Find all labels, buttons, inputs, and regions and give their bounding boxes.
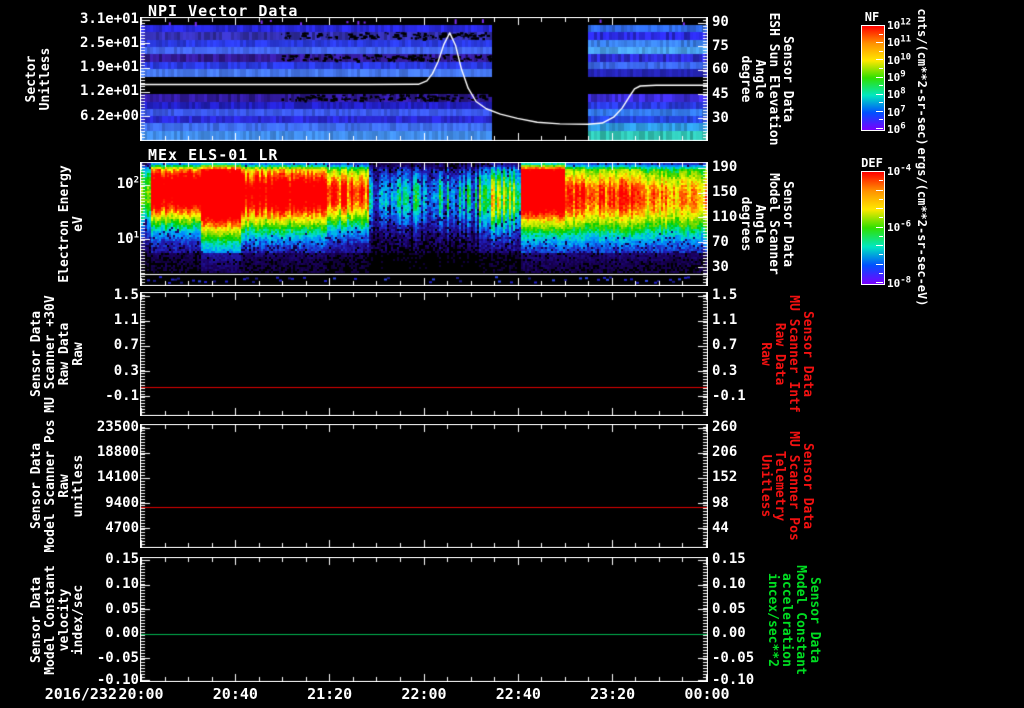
colorbar-tick <box>879 272 883 274</box>
y-axis-title-right: Sensor Data ESH Sun Elevation Angle degr… <box>738 12 795 146</box>
y-tick-label-right: 75 <box>712 37 729 54</box>
colorbar-tick-label: 108 <box>887 86 906 102</box>
y-axis-title-right: Sensor Data MU Scanner Intf Raw Data Raw <box>758 295 815 413</box>
colorbar-tick-label: 1012 <box>887 17 912 32</box>
y-tick-label-left: 1.2e+01 <box>79 83 139 100</box>
y-tick-label-right: 70 <box>712 233 729 250</box>
y-axis-title-left: Sector Unitless <box>24 47 53 111</box>
y-axis-title-left: Electron Energy eV <box>57 165 86 283</box>
y-tick-label-right: 1.1 <box>712 312 738 329</box>
colorbar-tick-label: 109 <box>887 69 906 84</box>
y-tick-label-right: 30 <box>712 258 729 275</box>
y-tick-label-right: 0.15 <box>712 551 746 568</box>
y-tick-label-right: 98 <box>712 494 729 511</box>
colorbar-tick-label: 106 <box>887 121 906 136</box>
colorbar-tick-label: 1011 <box>887 34 912 50</box>
colorbar-unit-label: cnts/(cm**2-sr-sec) <box>915 8 929 146</box>
y-tick-label-right: 0.10 <box>712 576 746 593</box>
y-tick-label-left: 6.2e+00 <box>79 107 139 124</box>
y-axis-title-left: Sensor Data Model Constant velocity inde… <box>29 564 86 675</box>
y-axis-title-right: Sensor Data Model Constant acceleration … <box>765 564 822 675</box>
colorbar-tick <box>879 102 883 104</box>
colorbar-tick <box>876 226 883 228</box>
colorbar-tick-label: 10-8 <box>887 275 912 290</box>
y-tick-label-right: 190 <box>712 158 738 175</box>
colorbar-tick-label: 1010 <box>887 52 912 67</box>
x-tick-label: 00:00 <box>684 685 730 703</box>
colorbar-tick <box>876 171 883 172</box>
colorbar-name-def: DEF <box>861 156 883 170</box>
colorbar-tick <box>879 85 883 87</box>
x-tick-label: 21:20 <box>307 685 353 703</box>
colorbar-tick <box>879 119 883 121</box>
colorbar-tick <box>876 110 883 112</box>
colorbar-tick <box>876 189 883 191</box>
y-tick-label-right: 110 <box>712 208 738 225</box>
y-axis-title-right: Sensor Data Model Scanner Angle degrees <box>738 173 795 275</box>
colorbar-def <box>861 171 885 285</box>
colorbar-name-nf: NF <box>864 10 880 24</box>
y-tick-label-right: 60 <box>712 61 729 78</box>
y-tick-label-right: 30 <box>712 109 729 126</box>
colorbar-tick <box>876 245 883 246</box>
x-tick-label: 22:40 <box>495 685 541 703</box>
mu-scanner-30v-plot-canvas <box>140 292 708 416</box>
y-axis-title-left: Sensor Data Model Scanner Pos Raw unitle… <box>29 419 86 553</box>
colorbar-tick <box>879 33 883 35</box>
colorbar-tick <box>876 76 883 78</box>
els-spectrogram-canvas <box>140 162 708 286</box>
x-tick-label: 20:40 <box>212 685 258 703</box>
y-tick-label-left: 2.5e+01 <box>79 34 139 51</box>
y-tick-label-right: 45 <box>712 85 729 102</box>
colorbar-tick <box>879 67 883 69</box>
x-tick-label: 23:20 <box>590 685 636 703</box>
colorbar-nf <box>861 25 885 131</box>
y-tick-label-right: 260 <box>712 419 738 436</box>
y-tick-label-right: 44 <box>712 519 729 536</box>
y-tick-label-right: -0.1 <box>712 387 746 404</box>
y-tick-label-right: 152 <box>712 469 738 486</box>
colorbar-tick <box>876 59 883 61</box>
npi-spectrogram-canvas <box>140 17 708 141</box>
colorbar-tick <box>876 282 883 283</box>
colorbar-tick <box>879 198 883 200</box>
colorbar-unit-label: ergs/(cm**2-sr-sec-eV) <box>915 147 929 307</box>
science-plot-screen: NPI Vector Data MEx ELS-01 LR 2016/232 3… <box>0 0 1024 708</box>
y-tick-label-right: 1.5 <box>712 287 738 304</box>
colorbar-tick <box>879 235 883 237</box>
colorbar-tick <box>879 180 883 182</box>
colorbar-tick <box>879 217 883 219</box>
y-tick-label-right: 0.7 <box>712 337 738 354</box>
y-tick-label-right: 0.00 <box>712 625 746 642</box>
colorbar-tick <box>879 254 883 256</box>
y-tick-label-left: 3.1e+01 <box>79 11 139 28</box>
colorbar-tick-label: 10-4 <box>887 163 912 178</box>
y-tick-label-right: -0.05 <box>712 649 755 666</box>
colorbar-tick <box>876 263 883 265</box>
x-tick-label: 20:00 <box>118 685 164 703</box>
y-tick-label-left: 1.9e+01 <box>79 59 139 76</box>
colorbar-tick <box>879 50 883 52</box>
model-scanner-pos-plot-canvas <box>140 424 708 548</box>
colorbar-tick <box>876 93 883 95</box>
y-tick-label-right: 150 <box>712 183 738 200</box>
colorbar-tick-label: 107 <box>887 104 906 119</box>
model-constant-velocity-plot-canvas <box>140 557 708 682</box>
colorbar-tick <box>876 208 883 209</box>
colorbar-tick <box>876 25 883 26</box>
y-tick-label-right: 90 <box>712 13 729 30</box>
y-tick-label-right: 0.05 <box>712 600 746 617</box>
y-axis-title-right: Sensor Data MU Scanner Pos Telemetry Uni… <box>758 431 815 541</box>
y-axis-title-left: Sensor Data MU Scanner +30V Raw Data Raw <box>29 295 86 413</box>
colorbar-tick <box>876 128 883 129</box>
colorbar-tick <box>876 42 883 44</box>
y-tick-label-right: 206 <box>712 444 738 461</box>
y-tick-label-right: 0.3 <box>712 362 738 379</box>
x-tick-label: 22:00 <box>401 685 447 703</box>
colorbar-tick-label: 10-6 <box>887 219 912 234</box>
